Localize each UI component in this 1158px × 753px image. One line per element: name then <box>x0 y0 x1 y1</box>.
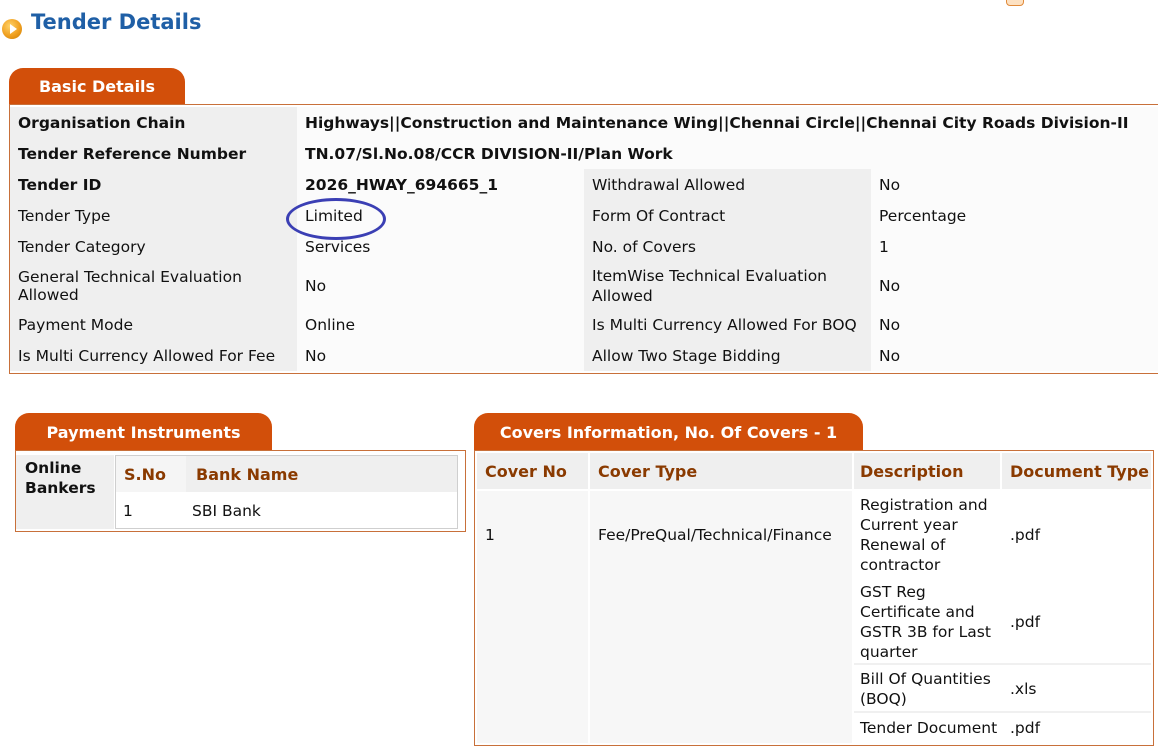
covers-panel: Cover No Cover Type Description Document… <box>474 450 1154 746</box>
itemwise-label: ItemWise Technical Evaluation Allowed <box>584 262 871 309</box>
tab-payment-instruments: Payment Instruments <box>15 413 272 451</box>
document-type-cell: .pdf <box>1010 719 1041 737</box>
withdrawal-label: Withdrawal Allowed <box>584 169 871 200</box>
tender-ref-label: Tender Reference Number <box>10 138 297 169</box>
cover-type-value: Fee/PreQual/Technical/Finance <box>598 526 832 544</box>
tab-covers-information-label: Covers Information, No. Of Covers - 1 <box>499 422 838 442</box>
bank-name-header: Bank Name <box>196 465 299 484</box>
table-row: Organisation Chain Highways||Constructio… <box>10 107 1158 138</box>
tender-ref-value: TN.07/Sl.No.08/CCR DIVISION-II/Plan Work <box>297 138 1158 169</box>
tab-basic-details: Basic Details <box>9 68 185 105</box>
org-chain-label: Organisation Chain <box>10 107 297 138</box>
tab-covers-information: Covers Information, No. Of Covers - 1 <box>474 413 863 451</box>
cover-no-header: Cover No <box>485 462 567 481</box>
table-row: Payment Mode Online Is Multi Currency Al… <box>10 309 1158 340</box>
section-bullet-icon <box>2 19 22 39</box>
basic-details-table: Organisation Chain Highways||Constructio… <box>10 107 1158 371</box>
withdrawal-value: No <box>871 169 1158 200</box>
table-row: Tender Category Services No. of Covers 1 <box>10 231 1158 262</box>
table-row: Bill Of Quantities (BOQ) .xls <box>854 665 1151 713</box>
cover-no-header-cell: Cover No <box>477 453 588 489</box>
tender-type-label: Tender Type <box>10 200 297 231</box>
highlight-circle <box>286 198 386 240</box>
table-row: GST Reg Certificate and GSTR 3B for Last… <box>854 578 1151 665</box>
cover-no-value: 1 <box>485 526 495 544</box>
tab-payment-instruments-label: Payment Instruments <box>46 422 241 442</box>
two-stage-label: Allow Two Stage Bidding <box>584 340 871 371</box>
document-type-header-cell: Document Type <box>1002 453 1151 489</box>
document-type-cell: .pdf <box>1010 613 1041 631</box>
form-of-contract-value: Percentage <box>871 200 1158 231</box>
table-row: Tender Type Limited Form Of Contract Per… <box>10 200 1158 231</box>
cover-type-header: Cover Type <box>598 462 698 481</box>
bank-name-cell: SBI Bank <box>192 502 261 520</box>
bankers-table: S.No Bank Name 1 SBI Bank <box>115 455 458 529</box>
org-chain-value: Highways||Construction and Maintenance W… <box>297 107 1158 138</box>
no-of-covers-label: No. of Covers <box>584 231 871 262</box>
document-type-cell: .xls <box>1010 680 1037 698</box>
bank-sno-cell: 1 <box>123 502 133 520</box>
no-of-covers-value: 1 <box>871 231 1158 262</box>
two-stage-value: No <box>871 340 1158 371</box>
basic-details-panel: Organisation Chain Highways||Constructio… <box>9 104 1158 374</box>
payment-mode-value: Online <box>297 309 584 340</box>
tender-id-label: Tender ID <box>10 169 297 200</box>
table-row: General Technical Evaluation Allowed No … <box>10 262 1158 309</box>
cover-type-header-cell: Cover Type <box>590 453 852 489</box>
description-cell: Registration and Current year Renewal of… <box>860 496 988 574</box>
document-type-cell: .pdf <box>1010 526 1041 544</box>
document-type-header: Document Type <box>1010 462 1150 481</box>
table-row: Is Multi Currency Allowed For Fee No All… <box>10 340 1158 371</box>
fee-currency-label: Is Multi Currency Allowed For Fee <box>10 340 297 371</box>
tab-basic-details-label: Basic Details <box>38 77 156 96</box>
table-row: Tender ID 2026_HWAY_694665_1 Withdrawal … <box>10 169 1158 200</box>
table-row: Registration and Current year Renewal of… <box>854 491 1151 578</box>
online-bankers-label: Online Bankers <box>16 455 114 529</box>
fee-currency-value: No <box>297 340 584 371</box>
description-header-cell: Description <box>854 453 1000 489</box>
tender-category-label: Tender Category <box>10 231 297 262</box>
description-cell: Bill Of Quantities (BOQ) <box>860 670 991 708</box>
boq-currency-label: Is Multi Currency Allowed For BOQ <box>584 309 871 340</box>
itemwise-value: No <box>871 262 1158 309</box>
payment-mode-label: Payment Mode <box>10 309 297 340</box>
gte-value: No <box>297 262 584 309</box>
form-of-contract-label: Form Of Contract <box>584 200 871 231</box>
boq-currency-value: No <box>871 309 1158 340</box>
page-title: Tender Details <box>31 10 202 34</box>
payment-instruments-panel: Online Bankers S.No Bank Name 1 SBI Bank <box>15 450 466 532</box>
description-cell: Tender Document <box>860 719 998 737</box>
corner-icon <box>1006 0 1024 6</box>
description-cell: GST Reg Certificate and GSTR 3B for Last… <box>860 583 991 661</box>
table-row: Tender Document .pdf <box>854 713 1151 743</box>
tender-id-value: 2026_HWAY_694665_1 <box>297 169 584 200</box>
description-header: Description <box>860 462 964 481</box>
table-row: Tender Reference Number TN.07/Sl.No.08/C… <box>10 138 1158 169</box>
gte-label: General Technical Evaluation Allowed <box>10 262 297 309</box>
sno-header: S.No <box>124 465 166 484</box>
